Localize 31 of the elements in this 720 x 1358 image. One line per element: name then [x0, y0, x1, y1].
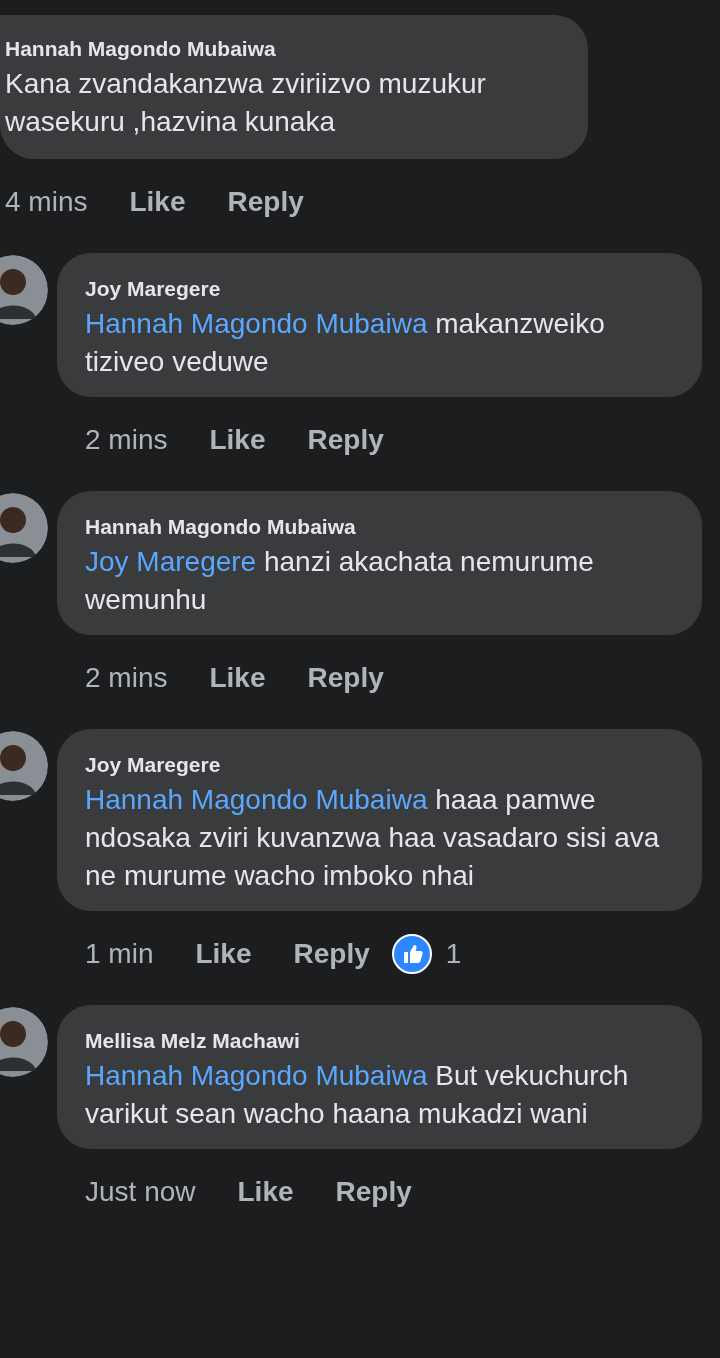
author-name[interactable]: Mellisa Melz Machawi: [85, 1027, 674, 1055]
reply-button[interactable]: Reply: [335, 1171, 412, 1213]
mention-link[interactable]: Hannah Magondo Mubaiwa: [85, 308, 428, 339]
mention-link[interactable]: Hannah Magondo Mubaiwa: [85, 1060, 428, 1091]
comment-text: Hannah Magondo Mubaiwa makanzweiko tiziveo veduwe: [85, 307, 606, 379]
like-count: 1: [445, 937, 462, 971]
author-name[interactable]: Joy Maregere: [85, 275, 674, 303]
like-button[interactable]: Like: [237, 1171, 294, 1213]
reply-button[interactable]: Reply: [307, 657, 384, 699]
mention-link[interactable]: Joy Maregere: [85, 546, 257, 577]
timestamp: 2 mins: [85, 661, 168, 695]
reply-button[interactable]: Reply: [227, 181, 304, 223]
like-button[interactable]: Like: [195, 933, 252, 975]
reply-button[interactable]: Reply: [293, 933, 370, 975]
author-name[interactable]: Hannah Magondo Mubaiwa: [5, 35, 558, 63]
author-name[interactable]: Hannah Magondo Mubaiwa: [85, 513, 674, 541]
comment-text: Joy Maregere hanzi akachata nemurume wemunhu: [85, 545, 595, 617]
comment-text: Kana zvandakanzwa zviriizvo muzukur wasekuru ,hazvina kunaka: [5, 67, 487, 139]
mention-link[interactable]: Hannah Magondo Mubaiwa: [85, 784, 428, 815]
timestamp: Just now: [85, 1175, 196, 1209]
reply-button[interactable]: Reply: [307, 419, 384, 461]
like-button[interactable]: Like: [209, 419, 266, 461]
timestamp: 4 mins: [5, 185, 88, 219]
timestamp: 2 mins: [85, 423, 168, 457]
thumbs-up-icon: [391, 934, 432, 974]
comment-text: Hannah Magondo Mubaiwa But vekuchurch varikut sean wacho haana mukadzi wani: [85, 1059, 630, 1131]
author-name[interactable]: Joy Maregere: [85, 751, 674, 779]
like-button[interactable]: Like: [209, 657, 266, 699]
comment-text: Hannah Magondo Mubaiwa haaa pamwe ndosaka zviri kuvanzwa haa vasadaro sisi ava ne murume wacho imboko nhai: [85, 783, 661, 893]
timestamp: 1 min: [85, 937, 154, 971]
like-button[interactable]: Like: [129, 181, 186, 223]
